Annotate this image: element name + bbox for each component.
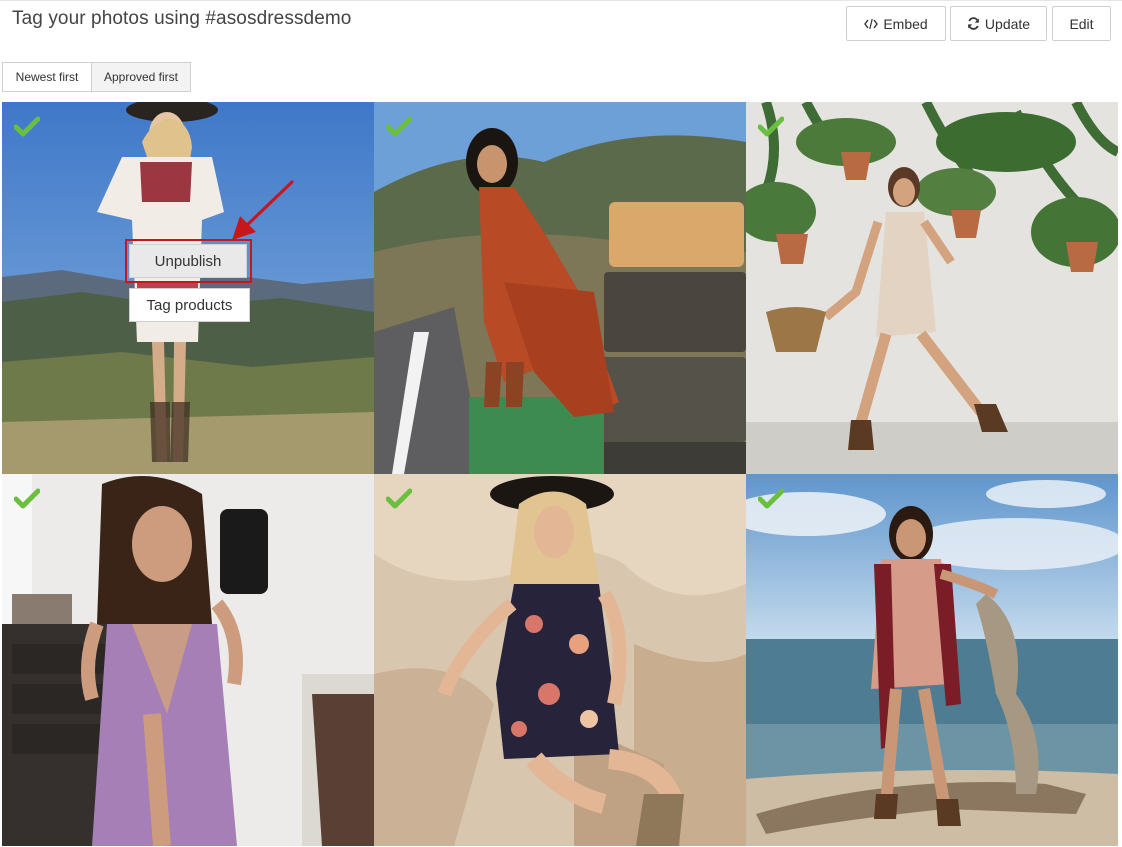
photo-tile[interactable]: [374, 102, 746, 474]
photo-tile[interactable]: [374, 474, 746, 846]
approved-check-icon: [14, 488, 40, 509]
approved-check-icon: [386, 116, 412, 137]
photo-image: [374, 474, 746, 846]
photo-image: [746, 474, 1118, 846]
annotation-arrow-icon: [232, 180, 294, 240]
top-divider: [0, 0, 1122, 1]
photo-image: [374, 102, 746, 474]
photo-tile[interactable]: [2, 474, 374, 846]
photo-image: [2, 474, 374, 846]
unpublish-button[interactable]: Unpublish: [129, 244, 247, 278]
approved-check-icon: [386, 488, 412, 509]
sort-approved-first-button[interactable]: Approved first: [92, 62, 191, 92]
embed-label: Embed: [883, 15, 928, 32]
approved-check-icon: [14, 116, 40, 137]
page-title: Tag your photos using #asosdressdemo: [12, 8, 352, 29]
photo-tile[interactable]: [746, 102, 1118, 474]
edit-button[interactable]: Edit: [1052, 6, 1111, 41]
code-icon: [864, 18, 879, 30]
photo-tile[interactable]: [746, 474, 1118, 846]
sort-toggle-group: Newest first Approved first: [2, 62, 191, 92]
tag-products-button[interactable]: Tag products: [129, 288, 250, 322]
sort-newest-first-button[interactable]: Newest first: [2, 62, 92, 92]
approved-check-icon: [758, 488, 784, 509]
photo-image: [746, 102, 1118, 474]
embed-button[interactable]: Embed: [846, 6, 946, 41]
update-button[interactable]: Update: [950, 6, 1047, 41]
approved-check-icon: [758, 116, 784, 137]
update-label: Update: [984, 15, 1031, 32]
refresh-icon: [967, 17, 980, 30]
